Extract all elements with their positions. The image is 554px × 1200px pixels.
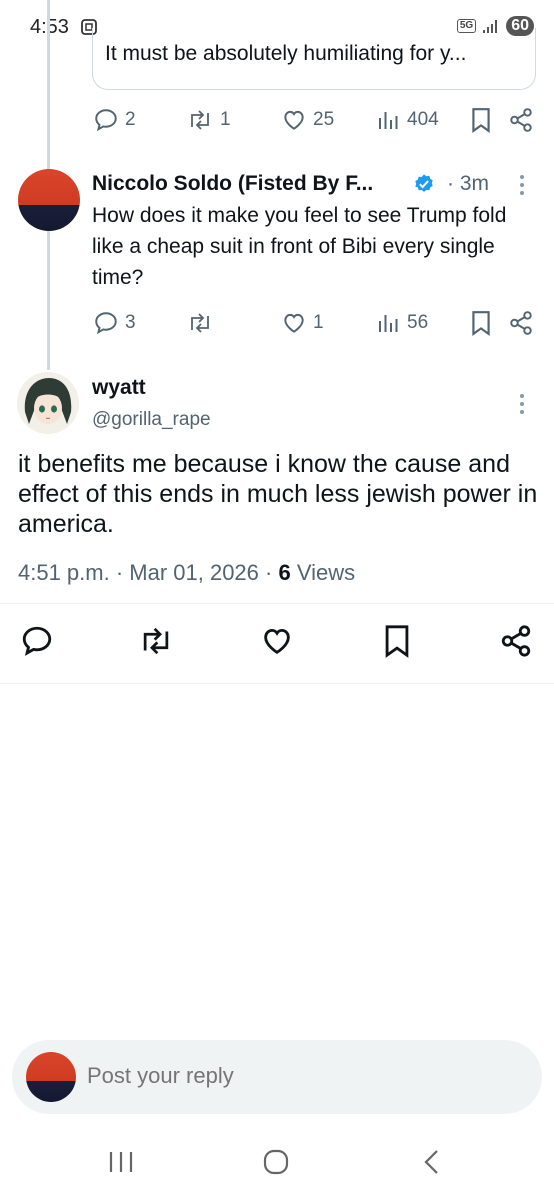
quoted-tweet[interactable]: It must be absolutely humiliating for y.…: [92, 28, 536, 90]
share-icon[interactable]: [508, 310, 534, 336]
divider: [0, 683, 554, 684]
view-count: 56: [407, 312, 429, 333]
reply-button[interactable]: 2: [93, 107, 136, 133]
main-tweet-text: it benefits me because i know the cause …: [18, 450, 538, 538]
heart-icon[interactable]: [259, 624, 295, 658]
reply-text: How does it make you feel to see Trump f…: [92, 204, 507, 289]
retweet-button[interactable]: [186, 310, 220, 336]
main-author-avatar[interactable]: [17, 372, 79, 434]
like-count: 25: [313, 109, 335, 130]
reply-author-name[interactable]: Niccolo Soldo (Fisted By F...: [92, 172, 373, 196]
retweet-button[interactable]: 1: [186, 107, 231, 133]
retweet-icon: [191, 313, 209, 333]
recent-apps-icon[interactable]: [108, 1148, 134, 1176]
timestamp-text: 4:51 p.m. · Mar 01, 2026 ·: [18, 560, 273, 585]
analytics-icon: [379, 112, 398, 129]
home-icon[interactable]: [262, 1148, 290, 1176]
views-label: Views: [296, 560, 356, 585]
reply-author-avatar[interactable]: [18, 169, 80, 231]
tweet-timestamp: 4:51 p.m. · Mar 01, 2026 · 6 Views: [18, 560, 355, 586]
reply-button[interactable]: 3: [93, 310, 136, 336]
composer-avatar: [26, 1052, 76, 1102]
like-button[interactable]: 1: [281, 310, 324, 336]
views-button[interactable]: 404: [377, 107, 439, 133]
reply-icon[interactable]: [20, 624, 54, 658]
reply-icon: [95, 312, 117, 335]
share-icon[interactable]: [508, 107, 534, 133]
like-count: 1: [313, 312, 324, 333]
reply-count: 2: [125, 109, 136, 130]
divider: [0, 603, 554, 604]
views-button[interactable]: 56: [377, 310, 428, 336]
retweet-icon: [191, 110, 209, 130]
reply-icon: [95, 109, 117, 132]
like-button[interactable]: 25: [281, 107, 334, 133]
reply-time: · 3m: [447, 172, 489, 195]
navigation-bar: [0, 1130, 554, 1200]
bookmark-icon[interactable]: [470, 107, 492, 133]
heart-icon: [284, 313, 304, 333]
anime-avatar-icon: [24, 378, 72, 424]
reply-count: 3: [125, 312, 136, 333]
view-count: 404: [407, 109, 439, 130]
retweet-count: 1: [220, 109, 231, 130]
views-count[interactable]: 6: [278, 560, 290, 585]
reply-input[interactable]: [87, 1063, 507, 1089]
reply-more-icon[interactable]: [520, 175, 526, 199]
bookmark-icon[interactable]: [470, 310, 492, 336]
share-icon[interactable]: [499, 624, 533, 658]
verified-badge-icon: [415, 174, 433, 192]
heart-icon: [284, 110, 304, 130]
main-more-icon[interactable]: [520, 394, 526, 418]
main-author-handle[interactable]: @gorilla_rape: [92, 409, 211, 431]
reply-composer[interactable]: [12, 1040, 542, 1114]
main-author-name[interactable]: wyatt: [92, 376, 146, 400]
retweet-icon[interactable]: [137, 624, 175, 658]
back-icon[interactable]: [420, 1148, 444, 1176]
bookmark-icon[interactable]: [382, 624, 412, 658]
quoted-tweet-text: It must be absolutely humiliating for y.…: [105, 42, 467, 65]
analytics-icon: [379, 315, 398, 332]
